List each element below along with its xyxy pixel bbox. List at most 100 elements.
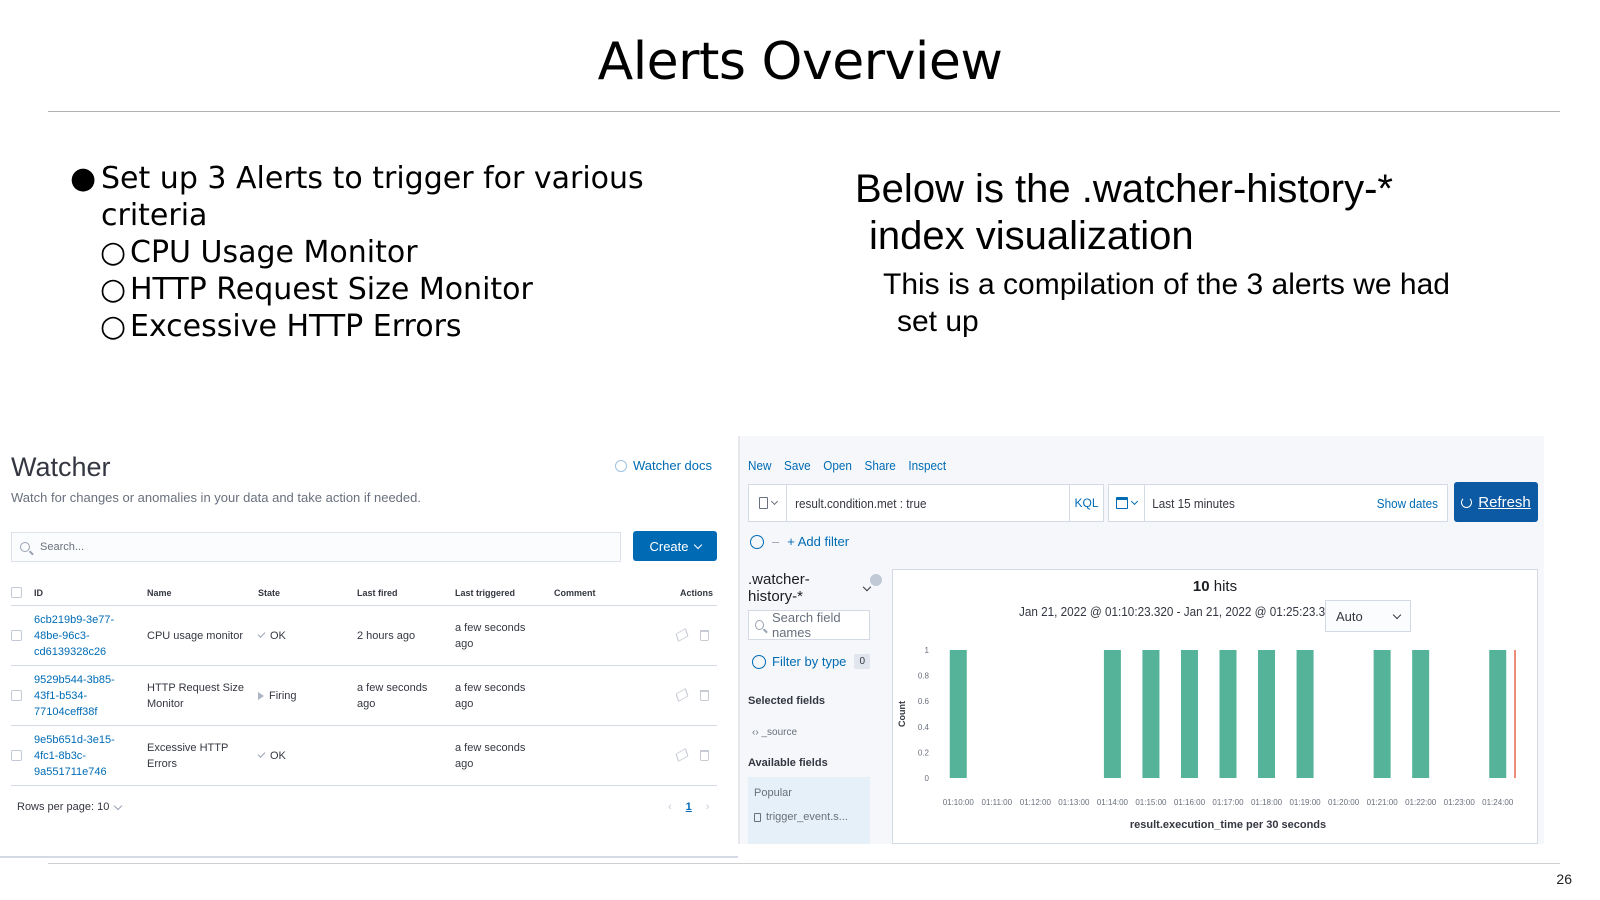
- col-actions: Actions: [679, 587, 713, 598]
- popular-field-item[interactable]: trigger_event.s...: [754, 811, 864, 823]
- create-button[interactable]: Create: [633, 531, 717, 561]
- selected-field-label: _source: [761, 727, 798, 738]
- collapse-sidebar-icon[interactable]: [870, 574, 882, 586]
- menu-share[interactable]: Share: [865, 458, 896, 473]
- selected-fields-heading: Selected fields: [748, 695, 826, 707]
- bullet-ring-icon: ○: [100, 272, 127, 307]
- popular-fields: Popular trigger_event.s...: [748, 777, 870, 844]
- delete-icon[interactable]: [700, 750, 709, 761]
- y-tick-label: 1: [925, 646, 930, 655]
- watcher-search-input[interactable]: Search...: [11, 532, 621, 562]
- x-tick-label: 01:21:00: [1367, 798, 1399, 807]
- histogram-bar: [1180, 650, 1198, 778]
- histogram-bar: [1412, 650, 1430, 778]
- quick-menu-button[interactable]: [1109, 485, 1145, 521]
- x-tick-label: 01:22:00: [1405, 798, 1437, 807]
- last-fired-part: 2 hours ago: [357, 629, 416, 642]
- col-comment[interactable]: Comment: [554, 588, 654, 598]
- watch-name-part: CPU usage monitor: [147, 629, 243, 642]
- last-fired-part: a few seconds: [357, 681, 428, 694]
- filter-by-type-button[interactable]: Filter by type 0: [752, 654, 870, 669]
- right-subtext-line-1: This is a compilation of the 3 alerts we…: [883, 268, 1450, 301]
- watch-state: OK: [257, 630, 357, 642]
- watch-id-link[interactable]: 6cb219b9-3e77- 48be-96c3- cd6139328c26: [34, 612, 147, 660]
- col-id[interactable]: ID: [34, 585, 147, 601]
- time-picker: Last 15 minutes Show dates: [1108, 484, 1448, 522]
- edit-icon[interactable]: [675, 688, 689, 702]
- x-tick-label: 01:12:00: [1020, 798, 1052, 807]
- filter-icon[interactable]: [750, 534, 764, 549]
- histogram-bar: [1103, 650, 1121, 778]
- docs-icon: [615, 459, 627, 472]
- histogram-bar: [1142, 650, 1160, 778]
- right-subtext-line-2: set up: [897, 305, 979, 338]
- check-icon: [257, 630, 266, 638]
- y-tick-label: 0.6: [918, 697, 930, 706]
- chevron-down-icon: [770, 497, 778, 506]
- kql-toggle[interactable]: KQL: [1069, 485, 1103, 521]
- col-state[interactable]: State: [258, 588, 357, 598]
- delete-icon[interactable]: [700, 630, 709, 641]
- show-dates-link[interactable]: Show dates: [1377, 496, 1447, 511]
- watcher-docs-link[interactable]: Watcher docs: [615, 458, 712, 473]
- title-divider: [48, 111, 1560, 112]
- watch-id-part: 77104ceff38f: [34, 705, 98, 718]
- x-tick-label: 01:16:00: [1174, 798, 1206, 807]
- right-subtext: This is a compilation of the 3 alerts we…: [855, 266, 1555, 340]
- row-checkbox[interactable]: [11, 690, 34, 701]
- prev-page-icon[interactable]: ‹: [668, 801, 672, 813]
- selected-field-item[interactable]: ‹› _source: [752, 727, 797, 738]
- histogram-bar: [949, 650, 967, 778]
- col-last-fired[interactable]: Last fired: [357, 585, 455, 601]
- refresh-button[interactable]: Refresh: [1454, 482, 1538, 522]
- watch-name: Excessive HTTP Errors: [147, 740, 258, 772]
- slide-title: Alerts Overview: [597, 32, 1003, 92]
- checkbox-icon: [11, 630, 22, 641]
- col-last-triggered[interactable]: Last triggered: [455, 585, 554, 601]
- col-name[interactable]: Name: [147, 585, 258, 601]
- edit-icon[interactable]: [675, 748, 689, 762]
- watch-id-link[interactable]: 9e5b651d-3e15- 4fc1-8b3c- 9a551711e746: [34, 732, 147, 780]
- histogram-bar: [1489, 650, 1507, 778]
- watch-id-link[interactable]: 9529b544-3b85- 43f1-b534- 77104ceff38f: [34, 672, 147, 720]
- query-input[interactable]: result.condition.met : true: [787, 496, 1041, 511]
- x-tick-label: 01:19:00: [1289, 798, 1321, 807]
- menu-open[interactable]: Open: [823, 458, 852, 473]
- rows-per-page-select[interactable]: Rows per page: 10: [17, 801, 123, 813]
- x-tick-label: 01:13:00: [1058, 798, 1090, 807]
- x-tick-label: 01:20:00: [1328, 798, 1360, 807]
- saved-query-menu[interactable]: [749, 485, 787, 521]
- index-pattern-select[interactable]: .watcher-history-*: [748, 571, 872, 605]
- bullet-ring-icon: ○: [100, 309, 127, 344]
- top-menu: New Save Open Share Inspect: [748, 458, 946, 473]
- add-filter-link[interactable]: + Add filter: [787, 534, 849, 549]
- x-tick-label: 01:23:00: [1444, 798, 1476, 807]
- page-number[interactable]: 1: [686, 801, 692, 813]
- refresh-label: Refresh: [1478, 493, 1531, 511]
- last-triggered-part: a few seconds: [455, 741, 526, 754]
- select-all-checkbox[interactable]: [11, 587, 34, 598]
- next-page-icon[interactable]: ›: [706, 801, 710, 813]
- row-checkbox[interactable]: [11, 750, 34, 761]
- sub-bullet-text: Excessive HTTP Errors: [130, 309, 462, 344]
- x-tick-label: 01:10:00: [943, 798, 975, 807]
- time-range[interactable]: Last 15 minutes: [1145, 496, 1347, 511]
- filter-icon: [752, 654, 766, 669]
- chevron-down-icon: [693, 540, 702, 549]
- checkbox-icon: [11, 750, 22, 761]
- filter-count-badge: 0: [854, 654, 870, 669]
- menu-inspect[interactable]: Inspect: [908, 458, 946, 473]
- menu-new[interactable]: New: [748, 458, 771, 473]
- table-row: 6cb219b9-3e77- 48be-96c3- cd6139328c26 C…: [11, 606, 717, 666]
- x-tick-label: 01:24:00: [1482, 798, 1514, 807]
- filter-separator: –: [772, 534, 780, 549]
- edit-icon[interactable]: [675, 628, 689, 642]
- row-checkbox[interactable]: [11, 630, 34, 641]
- field-search-input[interactable]: Search field names: [748, 610, 870, 640]
- delete-icon[interactable]: [700, 690, 709, 701]
- watch-last-triggered: a few seconds ago: [455, 680, 554, 712]
- row-actions: [654, 688, 717, 702]
- menu-save[interactable]: Save: [784, 458, 811, 473]
- chevron-down-icon: [1130, 497, 1139, 506]
- watch-state-label: OK: [270, 749, 286, 762]
